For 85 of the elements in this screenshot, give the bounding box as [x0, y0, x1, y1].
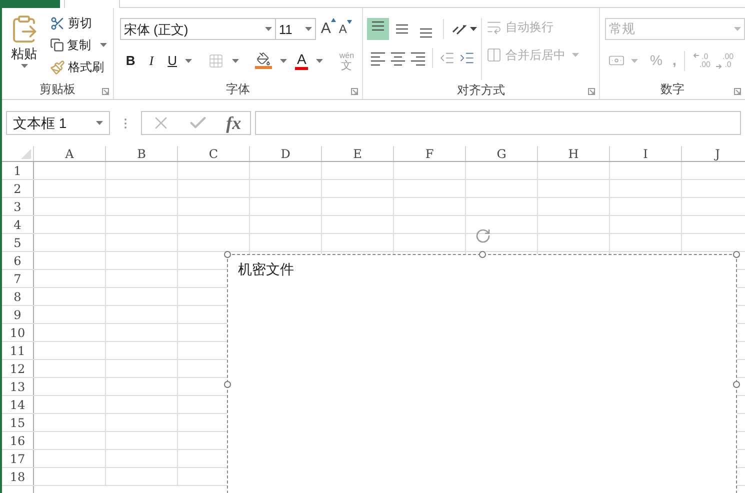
- paintbrush-icon: [50, 60, 65, 74]
- column-header[interactable]: G: [466, 146, 538, 161]
- row-header[interactable]: 18: [2, 468, 34, 485]
- resize-handle[interactable]: [733, 251, 740, 258]
- merge-icon: [486, 47, 502, 63]
- caret-icon: [20, 64, 28, 68]
- copy-button[interactable]: 复制: [50, 36, 107, 54]
- row-header[interactable]: 11: [2, 342, 34, 359]
- row-header[interactable]: 9: [2, 306, 34, 323]
- group-label: 对齐方式: [457, 82, 506, 98]
- text-box[interactable]: 机密文件: [227, 254, 737, 493]
- dialog-launcher-icon[interactable]: [588, 88, 595, 95]
- font-name-field[interactable]: 宋体 (正文): [120, 18, 276, 40]
- caret-icon: [734, 27, 741, 31]
- rotate-handle-icon[interactable]: [475, 228, 491, 244]
- left-arrow-icon: [693, 52, 700, 58]
- right-arrow-icon: [716, 64, 722, 68]
- column-header[interactable]: E: [322, 146, 394, 161]
- bold-button[interactable]: B: [126, 50, 136, 70]
- row-header[interactable]: 3: [2, 198, 34, 215]
- row-header[interactable]: 7: [2, 270, 34, 287]
- resize-handle[interactable]: [224, 381, 231, 388]
- font-color-button[interactable]: A: [295, 51, 308, 70]
- decrease-indent-icon[interactable]: [439, 50, 456, 66]
- row-header[interactable]: 17: [2, 450, 34, 467]
- column-header[interactable]: I: [610, 146, 682, 161]
- row-header[interactable]: 10: [2, 324, 34, 341]
- caret-icon: [470, 27, 478, 31]
- caret-icon: [316, 58, 324, 62]
- shrink-font-button[interactable]: A: [338, 20, 352, 38]
- underline-button[interactable]: U: [168, 50, 177, 70]
- caret-icon: [232, 58, 239, 62]
- caret-icon: [96, 121, 103, 125]
- dialog-launcher-icon[interactable]: [351, 88, 358, 95]
- dialog-launcher-icon[interactable]: [102, 88, 109, 95]
- grow-font-button[interactable]: A: [320, 18, 336, 40]
- caret-icon: [185, 58, 192, 62]
- more-icon: [124, 118, 127, 128]
- wrap-text-icon: [486, 19, 502, 35]
- italic-button[interactable]: I: [149, 50, 154, 70]
- increase-indent-icon[interactable]: [459, 50, 476, 66]
- column-header[interactable]: B: [106, 146, 178, 161]
- row-header[interactable]: 13: [2, 378, 34, 395]
- row-header[interactable]: 4: [2, 216, 34, 233]
- caret-icon: [304, 27, 312, 32]
- caret-icon: [100, 43, 107, 47]
- group-label: 剪贴板: [39, 81, 76, 98]
- row-header[interactable]: 15: [2, 414, 34, 431]
- name-box[interactable]: 文本框 1: [6, 111, 110, 135]
- paste-button[interactable]: 粘贴: [2, 14, 46, 79]
- row-header[interactable]: 8: [2, 288, 34, 305]
- caret-icon: [264, 27, 272, 32]
- format-painter-button[interactable]: 格式刷: [50, 58, 107, 76]
- insert-function-button[interactable]: fx: [226, 110, 242, 136]
- caret-icon: [280, 58, 287, 62]
- column-header[interactable]: H: [538, 146, 610, 161]
- cut-button[interactable]: 剪切: [50, 14, 107, 32]
- group-label: 数字: [660, 81, 684, 98]
- row-header[interactable]: 2: [2, 180, 34, 197]
- resize-handle[interactable]: [479, 251, 486, 258]
- copy-icon: [50, 38, 64, 52]
- row-header[interactable]: 16: [2, 432, 34, 449]
- fill-color-icon[interactable]: [255, 52, 272, 69]
- font-size-field[interactable]: 11: [276, 18, 316, 40]
- row-header[interactable]: 5: [2, 234, 34, 251]
- dialog-launcher-icon[interactable]: [734, 88, 741, 95]
- row-header[interactable]: 14: [2, 396, 34, 413]
- formula-input-field[interactable]: [255, 111, 741, 135]
- select-all-triangle-icon: [21, 149, 31, 159]
- row-header[interactable]: 12: [2, 360, 34, 377]
- group-label: 字体: [226, 81, 250, 98]
- row-header[interactable]: 1: [2, 162, 34, 179]
- resize-handle[interactable]: [224, 251, 231, 258]
- triangle-down-icon: [346, 20, 352, 24]
- column-header[interactable]: C: [178, 146, 250, 161]
- row-header[interactable]: 6: [2, 252, 34, 269]
- triangle-up-icon: [330, 18, 336, 22]
- column-header[interactable]: D: [250, 146, 322, 161]
- column-header[interactable]: F: [394, 146, 466, 161]
- resize-handle[interactable]: [733, 381, 740, 388]
- column-header[interactable]: J: [682, 146, 745, 161]
- scissors-icon: [50, 16, 65, 30]
- column-header[interactable]: A: [34, 146, 106, 161]
- caret-icon: [572, 53, 580, 57]
- caret-icon: [631, 58, 638, 62]
